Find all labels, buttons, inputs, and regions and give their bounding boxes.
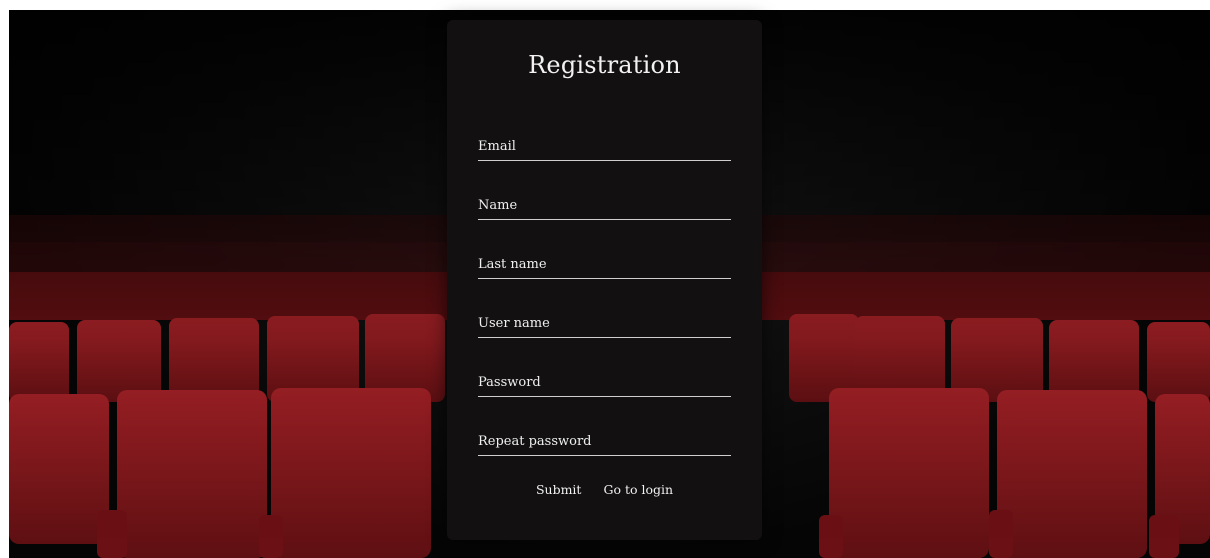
email-field[interactable]: [478, 135, 731, 157]
user-name-field[interactable]: [478, 312, 731, 334]
repeat-password-field[interactable]: [478, 430, 731, 452]
form-actions: Submit Go to login: [447, 482, 762, 497]
go-to-login-button[interactable]: Go to login: [603, 482, 673, 497]
last-name-field[interactable]: [478, 253, 731, 275]
user-name-field-wrapper: [478, 309, 731, 338]
name-field-wrapper: [478, 191, 731, 220]
submit-button[interactable]: Submit: [536, 482, 582, 497]
email-field-wrapper: [478, 132, 731, 161]
form-title: Registration: [528, 51, 681, 79]
password-field[interactable]: [478, 371, 731, 393]
registration-form: Registration Submit Go to login: [447, 20, 762, 540]
last-name-field-wrapper: [478, 250, 731, 279]
password-field-wrapper: [478, 368, 731, 397]
repeat-password-field-wrapper: [478, 427, 731, 456]
name-field[interactable]: [478, 194, 731, 216]
